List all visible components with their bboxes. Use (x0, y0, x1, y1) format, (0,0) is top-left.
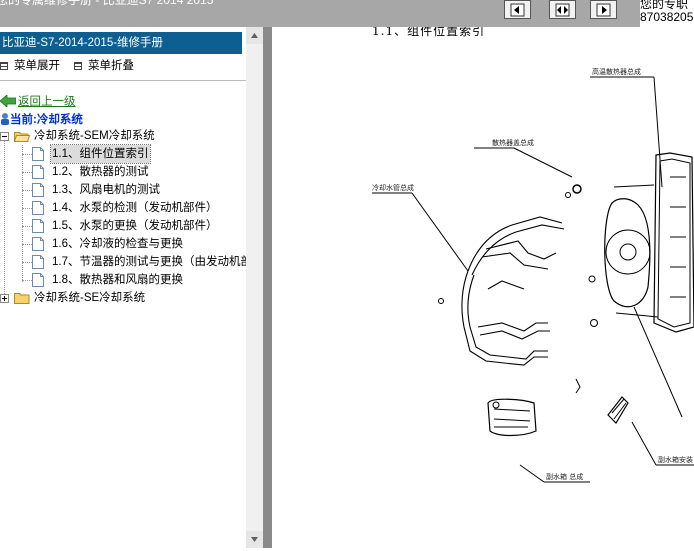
parts-diagram (372, 76, 694, 483)
menu-collapse-icon (74, 62, 82, 70)
document-icon (32, 273, 44, 287)
leader-line (631, 421, 657, 466)
tree-item-label: 1.8、散热器和风扇的更换 (52, 274, 183, 286)
scroll-down-icon (251, 537, 258, 542)
tree-node-label: 冷却系统-SE冷却系统 (34, 292, 146, 304)
fittings (438, 184, 598, 327)
menu-bar: 菜单展开 菜单折叠 (0, 58, 242, 76)
back-link[interactable]: 返回上一级 (0, 93, 76, 109)
label-radiator: 高温散热器总成 (592, 68, 641, 76)
folder-icon (14, 293, 30, 304)
label-hose: 冷却水管总成 (372, 184, 414, 192)
label-reservoir: 副水箱 总成 (546, 473, 584, 481)
tree-item-label: 1.1、组件位置索引 (50, 144, 151, 164)
window-toolbar: 您的专属维修手册 - 比亚迪S7 2014 2015 您的专职 87038205 (0, 0, 694, 27)
tree-item-label: 1.6、冷却液的检查与更换 (52, 238, 183, 250)
tree-item-label: 1.2、散热器的测试 (52, 166, 149, 178)
current-location: 当前:冷却系统 (0, 111, 83, 127)
document-icon (32, 165, 44, 179)
leader-line (411, 192, 469, 272)
hose-assembly (461, 216, 565, 366)
scroll-down-button[interactable] (246, 531, 263, 548)
leader-line (633, 306, 683, 418)
person-icon (1, 113, 9, 125)
tree-connector (22, 172, 32, 173)
toggle-panel-icon (555, 3, 570, 17)
scroll-up-icon (251, 33, 258, 38)
document-icon (32, 219, 44, 233)
next-page-button[interactable] (590, 0, 617, 19)
expand-icon[interactable] (0, 294, 9, 303)
leader-line (653, 76, 663, 188)
tree-connector (22, 226, 32, 227)
document-view: 1.1、组件位置索引 高温散热器总成 散热器盖总成 冷却水管总成 副水箱 总成 … (272, 27, 694, 548)
tree-connector (22, 190, 32, 191)
menu-expand-label: 菜单展开 (14, 60, 60, 72)
label-bracket: 副水箱安装 (658, 456, 693, 464)
leader-line (513, 147, 573, 178)
document-icon (32, 183, 44, 197)
scroll-up-button[interactable] (246, 27, 263, 44)
corner-text: 您的专职 87038205 (640, 0, 694, 27)
tree-connector (22, 208, 32, 209)
tree-connector (22, 280, 32, 281)
back-link-label[interactable]: 返回上一级 (18, 96, 76, 108)
window-title: 您的专属维修手册 - 比亚迪S7 2014 2015 (0, 0, 214, 7)
toggle-panel-button[interactable] (549, 0, 576, 19)
tree-item-label: 1.5、水泵的更换（发动机部件） (52, 220, 218, 232)
corner-text-line2: 87038205 (640, 10, 694, 24)
collapse-icon[interactable] (0, 132, 9, 141)
tree-connector (22, 244, 32, 245)
document-icon (32, 255, 44, 269)
tree-connector (4, 136, 5, 298)
back-arrow-icon (0, 95, 16, 107)
reservoir (487, 398, 537, 437)
folder-open-icon (14, 132, 30, 142)
tree-item-label: 1.3、风扇电机的测试 (52, 184, 160, 196)
leader-line (519, 464, 545, 483)
menu-collapse-button[interactable]: 菜单折叠 (74, 58, 134, 74)
current-location-label: 当前:冷却系统 (10, 114, 83, 126)
menu-expand-button[interactable]: 菜单展开 (0, 58, 60, 74)
menu-expand-icon (0, 62, 8, 70)
document-icon (32, 201, 44, 215)
tree-node-label: 冷却系统-SEM冷却系统 (34, 130, 155, 142)
divider (0, 80, 246, 81)
tree-item-label: 1.4、水泵的检测（发动机部件） (52, 202, 218, 214)
sidebar-scrollbar[interactable] (246, 27, 263, 548)
prev-page-button[interactable] (504, 0, 531, 19)
tree-connector (22, 154, 32, 155)
bracket (575, 378, 629, 424)
tree-item-label: 1.7、节温器的测试与更换（由发动机部 (52, 256, 246, 268)
document-icon (32, 237, 44, 251)
label-radiator-cap: 散热器盖总成 (492, 139, 534, 147)
prev-page-icon (510, 3, 525, 17)
book-title: 比亚迪-S7-2014-2015-维修手册 (0, 32, 242, 54)
next-page-icon (596, 3, 611, 17)
radiator-assembly (604, 152, 694, 333)
panel-splitter[interactable] (263, 27, 272, 548)
tree-connector (22, 262, 32, 263)
menu-collapse-label: 菜单折叠 (88, 60, 134, 72)
sidebar: 比亚迪-S7-2014-2015-维修手册 菜单展开 菜单折叠 返回上一级 当前… (0, 27, 246, 548)
document-icon (32, 147, 44, 161)
